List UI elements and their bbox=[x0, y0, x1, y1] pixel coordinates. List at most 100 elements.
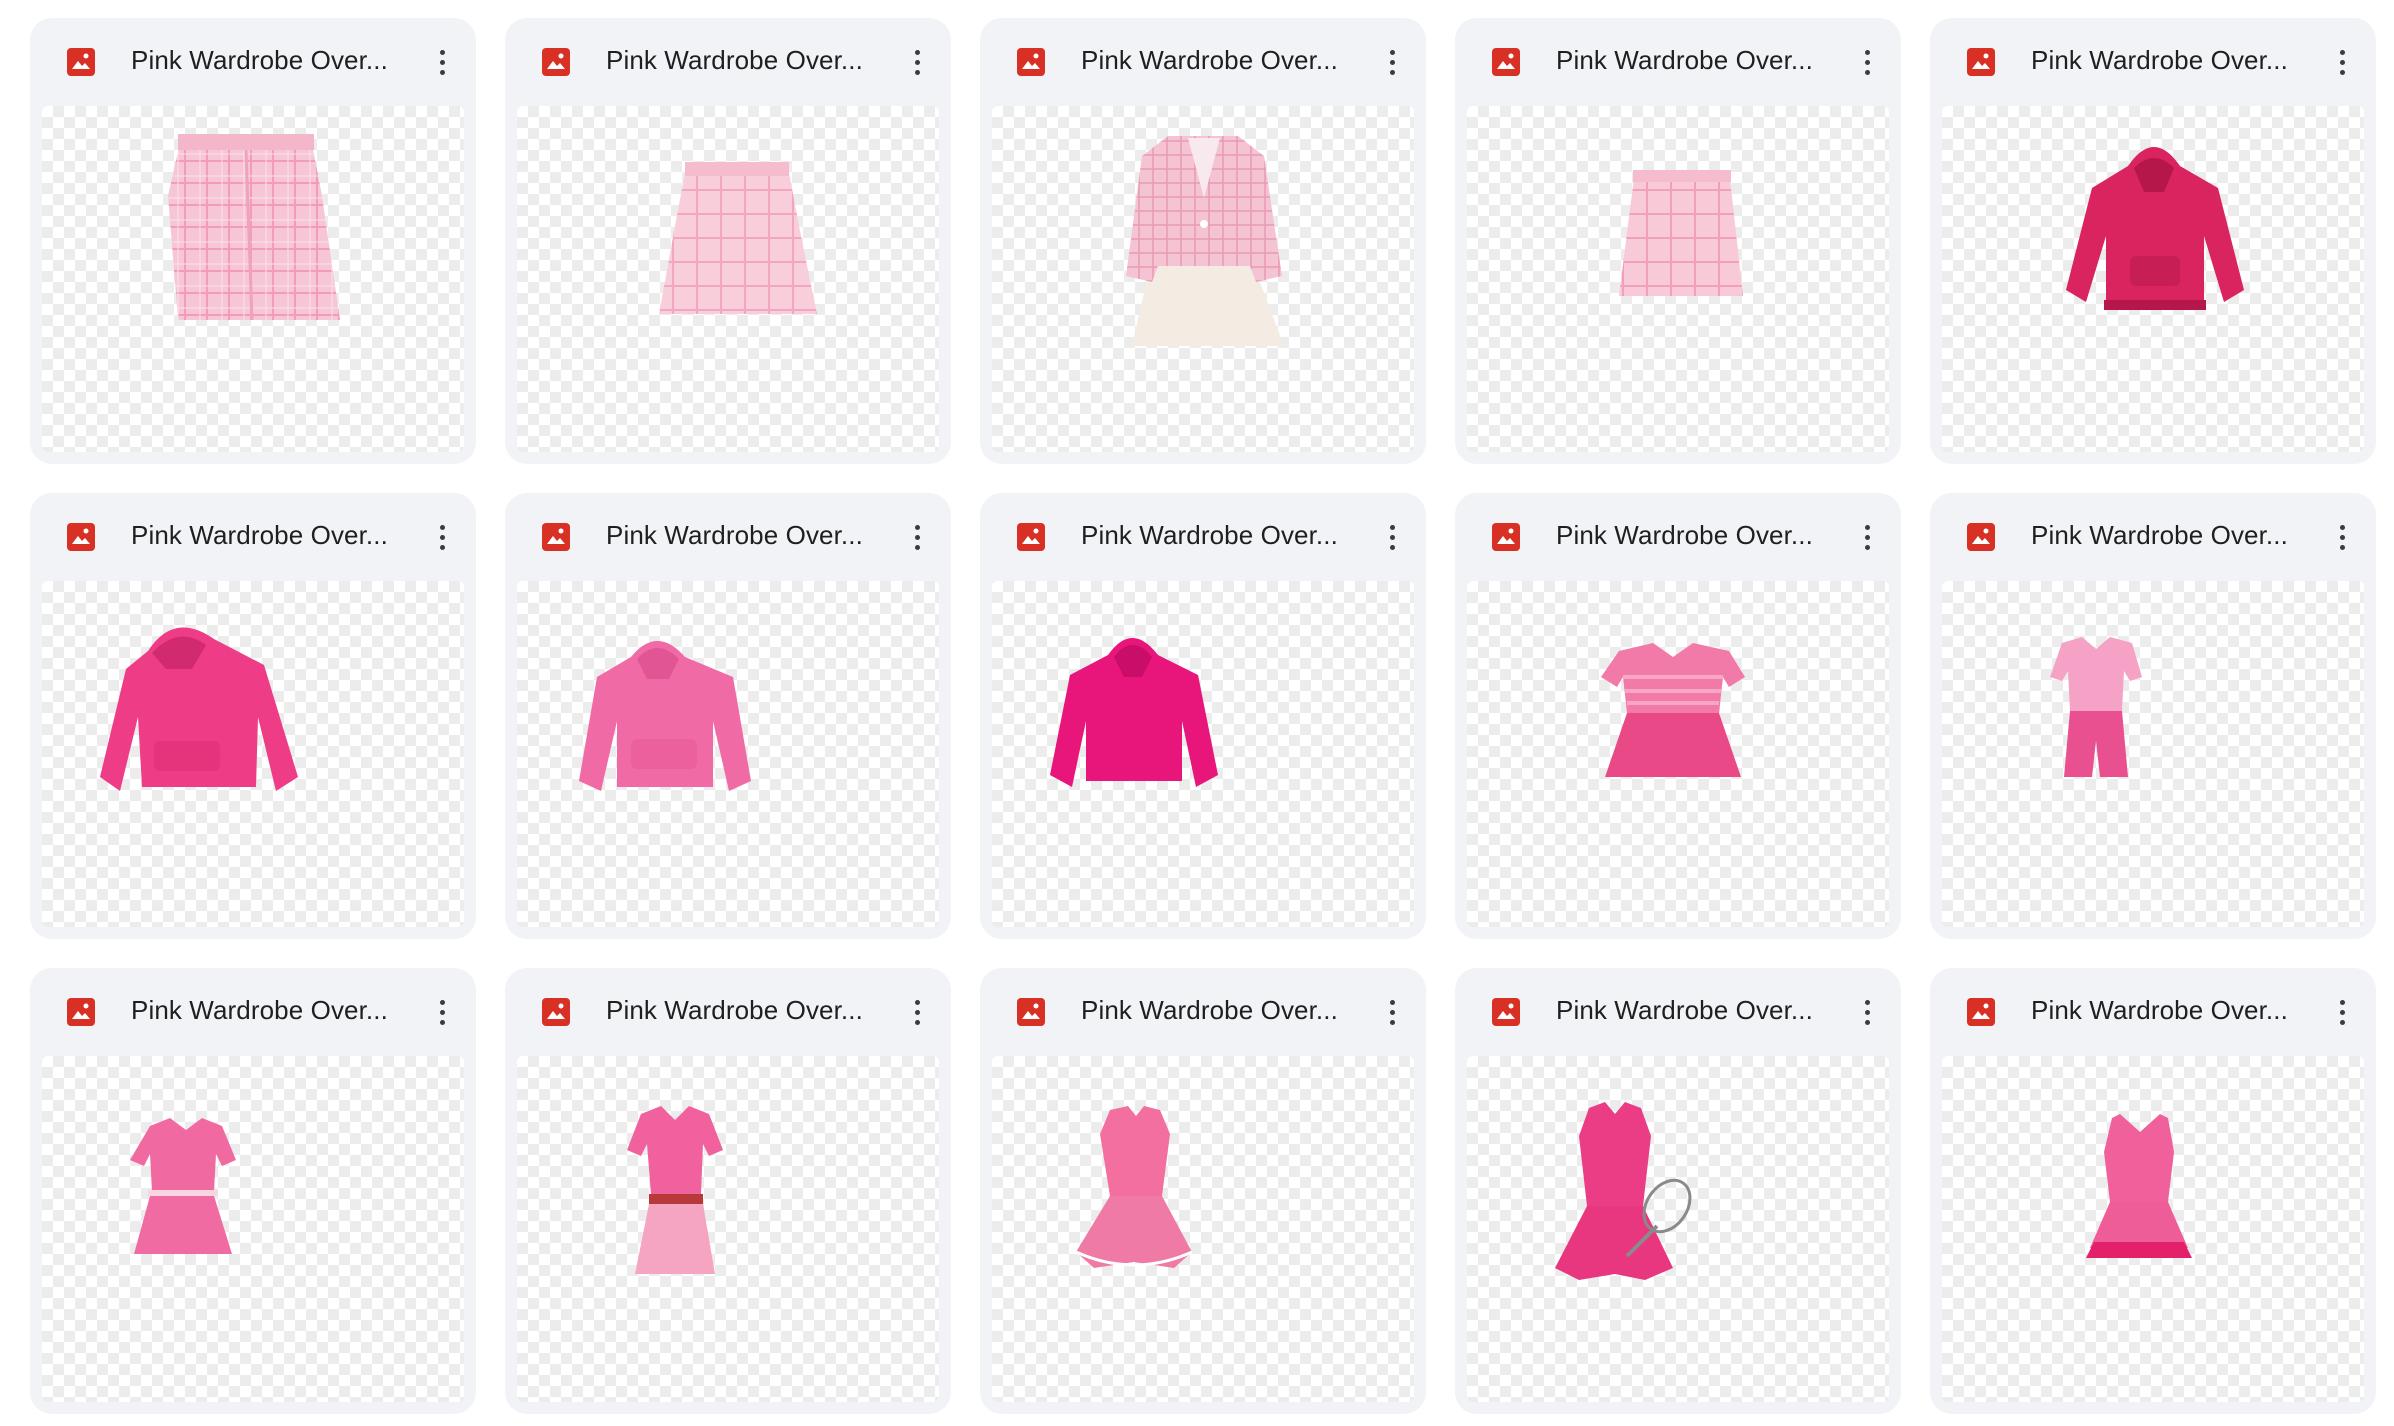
file-grid: Pink Wardrobe Over... Pink Wardrobe Over… bbox=[30, 18, 2376, 1414]
file-card-header: Pink Wardrobe Over... bbox=[1455, 968, 1901, 1056]
image-file-icon bbox=[1492, 48, 1520, 76]
image-file-icon bbox=[67, 48, 95, 76]
file-card[interactable]: Pink Wardrobe Over... bbox=[1930, 18, 2376, 464]
file-thumbnail[interactable] bbox=[517, 106, 939, 452]
file-title: Pink Wardrobe Over... bbox=[2031, 45, 2288, 75]
tank-dress-image bbox=[2086, 1114, 2192, 1258]
file-thumbnail[interactable] bbox=[1467, 581, 1889, 927]
file-card-header: Pink Wardrobe Over... bbox=[505, 968, 951, 1056]
file-card-header: Pink Wardrobe Over... bbox=[505, 18, 951, 106]
image-file-icon bbox=[67, 523, 95, 551]
file-card[interactable]: Pink Wardrobe Over... bbox=[1455, 493, 1901, 939]
file-thumbnail[interactable] bbox=[992, 106, 1414, 452]
file-title: Pink Wardrobe Over... bbox=[1081, 520, 1338, 550]
file-thumbnail[interactable] bbox=[992, 1056, 1414, 1402]
file-title: Pink Wardrobe Over... bbox=[606, 520, 863, 550]
more-options-button[interactable] bbox=[2336, 42, 2348, 82]
file-thumbnail[interactable] bbox=[1467, 106, 1889, 452]
file-title: Pink Wardrobe Over... bbox=[1556, 45, 1813, 75]
image-file-icon bbox=[1492, 998, 1520, 1026]
file-title: Pink Wardrobe Over... bbox=[606, 995, 863, 1025]
file-card-header: Pink Wardrobe Over... bbox=[1930, 493, 2376, 581]
file-thumbnail[interactable] bbox=[42, 1056, 464, 1402]
more-options-button[interactable] bbox=[911, 992, 923, 1032]
more-options-button[interactable] bbox=[436, 517, 448, 557]
file-thumbnail[interactable] bbox=[1942, 106, 2364, 452]
file-title: Pink Wardrobe Over... bbox=[131, 995, 388, 1025]
file-card-header: Pink Wardrobe Over... bbox=[505, 493, 951, 581]
more-options-button[interactable] bbox=[436, 992, 448, 1032]
file-card[interactable]: Pink Wardrobe Over... bbox=[505, 968, 951, 1414]
file-thumbnail[interactable] bbox=[42, 581, 464, 927]
file-card-header: Pink Wardrobe Over... bbox=[30, 968, 476, 1056]
file-thumbnail[interactable] bbox=[1942, 581, 2364, 927]
file-card[interactable]: Pink Wardrobe Over... bbox=[505, 18, 951, 464]
file-title: Pink Wardrobe Over... bbox=[2031, 995, 2288, 1025]
more-options-button[interactable] bbox=[911, 42, 923, 82]
file-card[interactable]: Pink Wardrobe Over... bbox=[30, 18, 476, 464]
image-file-icon bbox=[542, 998, 570, 1026]
image-file-icon bbox=[542, 48, 570, 76]
file-card[interactable]: Pink Wardrobe Over... bbox=[980, 968, 1426, 1414]
file-card[interactable]: Pink Wardrobe Over... bbox=[1455, 18, 1901, 464]
file-title: Pink Wardrobe Over... bbox=[131, 45, 388, 75]
file-card-header: Pink Wardrobe Over... bbox=[1930, 968, 2376, 1056]
hoodie-image bbox=[1050, 638, 1218, 787]
file-card[interactable]: Pink Wardrobe Over... bbox=[1930, 968, 2376, 1414]
image-file-icon bbox=[1492, 523, 1520, 551]
file-thumbnail[interactable] bbox=[517, 581, 939, 927]
file-thumbnail[interactable] bbox=[992, 581, 1414, 927]
more-options-button[interactable] bbox=[1861, 517, 1873, 557]
hoodie-image bbox=[2066, 147, 2244, 310]
file-thumbnail[interactable] bbox=[517, 1056, 939, 1402]
more-options-button[interactable] bbox=[1861, 42, 1873, 82]
file-card-header: Pink Wardrobe Over... bbox=[30, 493, 476, 581]
file-card-header: Pink Wardrobe Over... bbox=[1455, 18, 1901, 106]
hoodie-image bbox=[579, 641, 751, 791]
file-card[interactable]: Pink Wardrobe Over... bbox=[980, 18, 1426, 464]
file-card[interactable]: Pink Wardrobe Over... bbox=[1455, 968, 1901, 1414]
file-card-header: Pink Wardrobe Over... bbox=[980, 968, 1426, 1056]
image-file-icon bbox=[1017, 523, 1045, 551]
image-file-icon bbox=[1967, 998, 1995, 1026]
polo-belt-skirt-image bbox=[627, 1106, 723, 1274]
file-title: Pink Wardrobe Over... bbox=[1556, 995, 1813, 1025]
file-card-header: Pink Wardrobe Over... bbox=[1455, 493, 1901, 581]
tennis-dress-image bbox=[1555, 1102, 1692, 1280]
file-card-header: Pink Wardrobe Over... bbox=[30, 18, 476, 106]
polo-skirt-image bbox=[130, 1118, 236, 1254]
image-file-icon bbox=[67, 998, 95, 1026]
file-card[interactable]: Pink Wardrobe Over... bbox=[980, 493, 1426, 939]
file-title: Pink Wardrobe Over... bbox=[1081, 45, 1338, 75]
file-card[interactable]: Pink Wardrobe Over... bbox=[30, 968, 476, 1414]
more-options-button[interactable] bbox=[1861, 992, 1873, 1032]
file-card-header: Pink Wardrobe Over... bbox=[980, 493, 1426, 581]
image-file-icon bbox=[542, 523, 570, 551]
file-card[interactable]: Pink Wardrobe Over... bbox=[1930, 493, 2376, 939]
blazer-outfit-image bbox=[1126, 136, 1284, 346]
more-options-button[interactable] bbox=[2336, 517, 2348, 557]
file-card[interactable]: Pink Wardrobe Over... bbox=[505, 493, 951, 939]
image-file-icon bbox=[1967, 48, 1995, 76]
plaid-skirt-image bbox=[1619, 170, 1743, 296]
polo-shorts-image bbox=[2050, 637, 2142, 777]
more-options-button[interactable] bbox=[1386, 517, 1398, 557]
more-options-button[interactable] bbox=[2336, 992, 2348, 1032]
more-options-button[interactable] bbox=[436, 42, 448, 82]
file-card-header: Pink Wardrobe Over... bbox=[980, 18, 1426, 106]
ruffle-dress-image bbox=[1075, 1106, 1193, 1268]
file-thumbnail[interactable] bbox=[1942, 1056, 2364, 1402]
plaid-skirt-image bbox=[168, 134, 340, 321]
more-options-button[interactable] bbox=[1386, 42, 1398, 82]
file-thumbnail[interactable] bbox=[1467, 1056, 1889, 1402]
more-options-button[interactable] bbox=[911, 517, 923, 557]
file-thumbnail[interactable] bbox=[42, 106, 464, 452]
more-options-button[interactable] bbox=[1386, 992, 1398, 1032]
file-card-header: Pink Wardrobe Over... bbox=[1930, 18, 2376, 106]
file-title: Pink Wardrobe Over... bbox=[2031, 520, 2288, 550]
file-card[interactable]: Pink Wardrobe Over... bbox=[30, 493, 476, 939]
file-title: Pink Wardrobe Over... bbox=[606, 45, 863, 75]
file-title: Pink Wardrobe Over... bbox=[1081, 995, 1338, 1025]
image-file-icon bbox=[1967, 523, 1995, 551]
hoodie-image bbox=[100, 627, 298, 791]
